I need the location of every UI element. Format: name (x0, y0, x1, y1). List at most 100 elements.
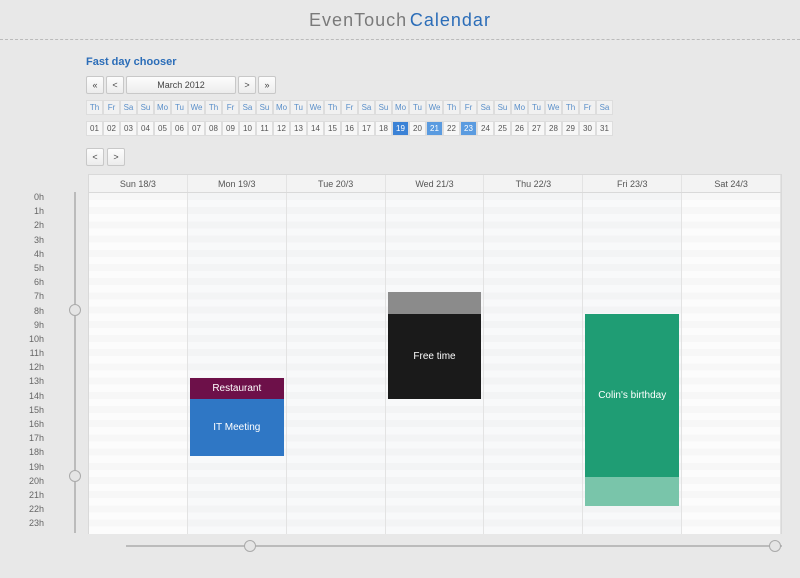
calendar: 0h1h2h3h4h5h6h7h8h9h10h11h12h13h14h15h16… (18, 174, 782, 550)
day-cell[interactable]: 30 (579, 121, 596, 136)
day-cell[interactable]: 08 (205, 121, 222, 136)
day-header[interactable]: Thu 22/3 (484, 175, 583, 192)
event[interactable] (388, 292, 482, 313)
day-header[interactable]: Fri 23/3 (583, 175, 682, 192)
day-column[interactable]: Free time (386, 193, 485, 534)
day-cell[interactable]: 13 (290, 121, 307, 136)
dow-cell: Mo (154, 100, 171, 115)
dow-cell: Fr (341, 100, 358, 115)
day-cell[interactable]: 02 (103, 121, 120, 136)
month-last-button[interactable]: » (258, 76, 276, 94)
dow-cell: Th (324, 100, 341, 115)
hour-label: 15h (18, 405, 48, 419)
month-prev-button[interactable]: < (106, 76, 124, 94)
day-cell[interactable]: 21 (426, 121, 443, 136)
day-cell[interactable]: 17 (358, 121, 375, 136)
hour-label: 12h (18, 362, 48, 376)
dow-cell: Th (86, 100, 103, 115)
vertical-range-slider[interactable] (74, 192, 76, 533)
vertical-slider-handle-bottom[interactable] (69, 470, 81, 482)
day-cell[interactable]: 14 (307, 121, 324, 136)
hour-label: 1h (18, 206, 48, 220)
hour-label: 5h (18, 263, 48, 277)
hour-label: 22h (18, 504, 48, 518)
hour-label: 11h (18, 348, 48, 362)
day-cell[interactable]: 03 (120, 121, 137, 136)
day-column[interactable] (89, 193, 188, 534)
hour-label: 3h (18, 235, 48, 249)
app-title-1: EvenTouch (309, 10, 407, 30)
day-cell[interactable]: 20 (409, 121, 426, 136)
day-cell[interactable]: 25 (494, 121, 511, 136)
day-cell[interactable]: 15 (324, 121, 341, 136)
month-next-button[interactable]: > (238, 76, 256, 94)
day-cell[interactable]: 18 (375, 121, 392, 136)
app-header: EvenTouch Calendar (0, 0, 800, 40)
day-cell[interactable]: 29 (562, 121, 579, 136)
event[interactable]: Free time (388, 314, 482, 399)
hour-label: 16h (18, 419, 48, 433)
day-cell[interactable]: 01 (86, 121, 103, 136)
horizontal-slider-handle-right[interactable] (769, 540, 781, 552)
day-column[interactable]: Colin's birthday (583, 193, 682, 534)
dow-cell: We (545, 100, 562, 115)
grid-body[interactable]: RestaurantIT Meeting Free time Colin's bir… (89, 193, 781, 534)
event[interactable]: Colin's birthday (585, 314, 679, 477)
horizontal-range-slider[interactable] (126, 542, 782, 550)
dow-cell: Sa (239, 100, 256, 115)
day-cell[interactable]: 27 (528, 121, 545, 136)
day-cell[interactable]: 12 (273, 121, 290, 136)
dow-cell: Fr (579, 100, 596, 115)
week-prev-button[interactable]: < (86, 148, 104, 166)
event[interactable]: IT Meeting (190, 399, 284, 456)
week-next-button[interactable]: > (107, 148, 125, 166)
day-cell[interactable]: 10 (239, 121, 256, 136)
dow-cell: Su (494, 100, 511, 115)
horizontal-slider-handle-left[interactable] (244, 540, 256, 552)
day-cell[interactable]: 31 (596, 121, 613, 136)
dow-cell: Fr (222, 100, 239, 115)
day-cell[interactable]: 24 (477, 121, 494, 136)
dow-row: ThFrSaSuMoTuWeThFrSaSuMoTuWeThFrSaSuMoTu… (86, 100, 782, 115)
day-cell[interactable]: 23 (460, 121, 477, 136)
day-header[interactable]: Sat 24/3 (682, 175, 781, 192)
day-cell[interactable]: 04 (137, 121, 154, 136)
day-header[interactable]: Wed 21/3 (386, 175, 485, 192)
day-cell[interactable]: 16 (341, 121, 358, 136)
dow-cell: Fr (460, 100, 477, 115)
hour-label: 6h (18, 277, 48, 291)
day-column[interactable]: RestaurantIT Meeting (188, 193, 287, 534)
day-header[interactable]: Mon 19/3 (188, 175, 287, 192)
dow-cell: Sa (596, 100, 613, 115)
day-column[interactable] (287, 193, 386, 534)
event[interactable] (585, 477, 679, 505)
day-cell[interactable]: 11 (256, 121, 273, 136)
day-cell[interactable]: 09 (222, 121, 239, 136)
day-cell[interactable]: 22 (443, 121, 460, 136)
day-header[interactable]: Tue 20/3 (287, 175, 386, 192)
day-cell[interactable]: 07 (188, 121, 205, 136)
hour-label: 9h (18, 320, 48, 334)
hour-label: 2h (18, 220, 48, 234)
day-column[interactable] (682, 193, 781, 534)
dow-cell: Fr (103, 100, 120, 115)
day-cell[interactable]: 28 (545, 121, 562, 136)
day-cell[interactable]: 19 (392, 121, 409, 136)
fast-day-chooser-title: Fast day chooser (18, 50, 782, 76)
day-header[interactable]: Sun 18/3 (89, 175, 188, 192)
day-cell[interactable]: 05 (154, 121, 171, 136)
month-first-button[interactable]: « (86, 76, 104, 94)
day-cell[interactable]: 06 (171, 121, 188, 136)
hour-label: 18h (18, 447, 48, 461)
month-label[interactable]: March 2012 (126, 76, 236, 94)
hour-label: 10h (18, 334, 48, 348)
day-column[interactable] (484, 193, 583, 534)
dow-cell: Th (205, 100, 222, 115)
event[interactable]: Restaurant (190, 378, 284, 399)
dow-cell: We (426, 100, 443, 115)
day-cell[interactable]: 26 (511, 121, 528, 136)
dow-cell: Th (443, 100, 460, 115)
dow-cell: Tu (171, 100, 188, 115)
hslider-track (126, 545, 782, 547)
vertical-slider-handle-top[interactable] (69, 304, 81, 316)
